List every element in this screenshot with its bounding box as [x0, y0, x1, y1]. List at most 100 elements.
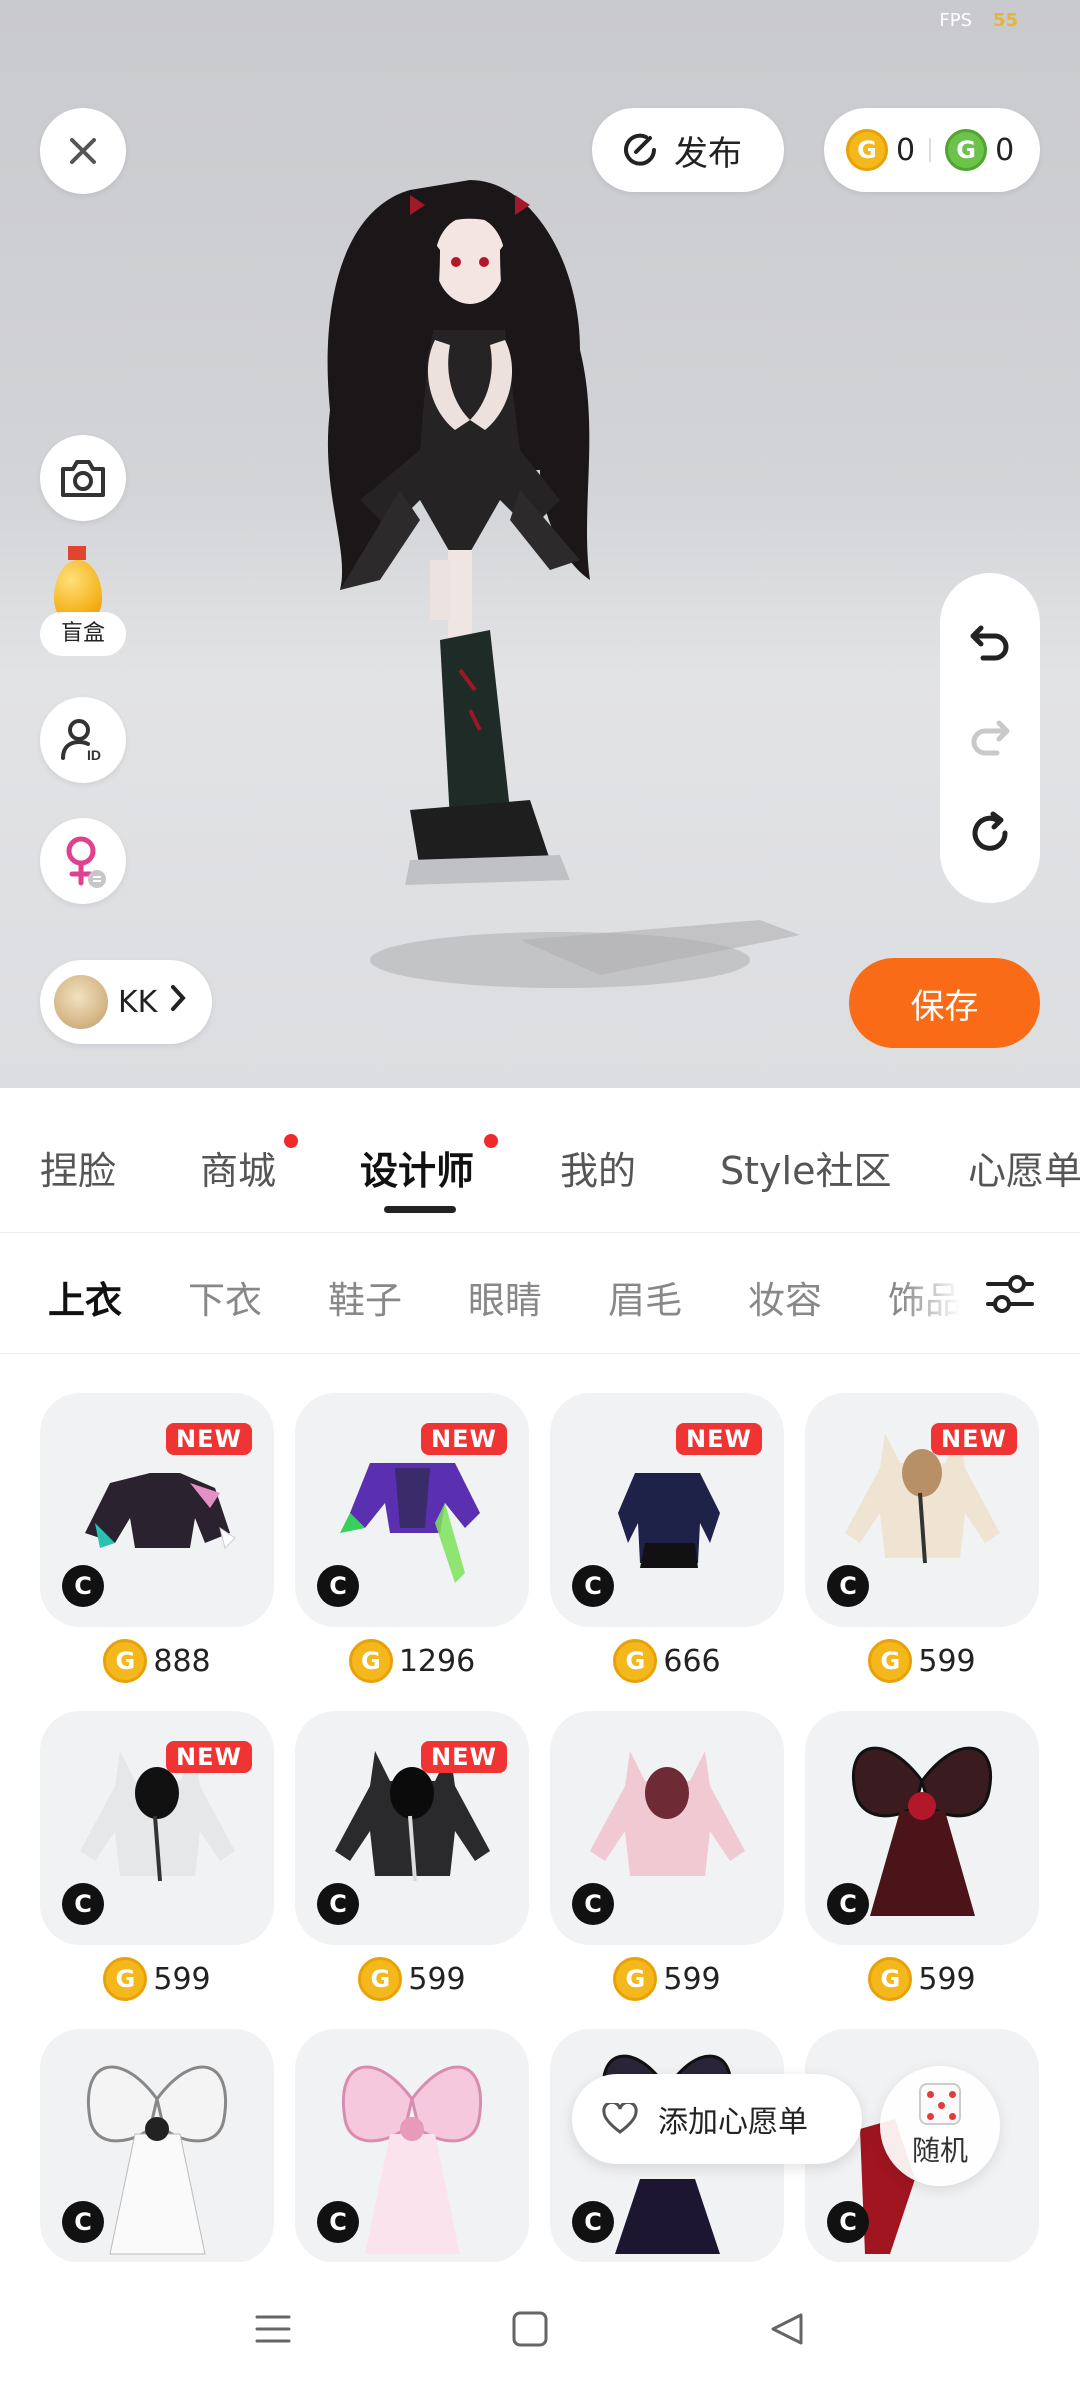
currency-divider: [929, 138, 932, 162]
creator-badge: C: [827, 1883, 869, 1925]
item-thumbnail[interactable]: C: [805, 1711, 1039, 1945]
new-badge: NEW: [166, 1423, 252, 1455]
category-tab-bar: 上衣 下衣 鞋子 眼睛 眉毛 妆容 饰品: [0, 1234, 1080, 1354]
back-button[interactable]: [762, 2304, 812, 2354]
item-thumbnail[interactable]: C: [295, 2029, 529, 2263]
active-tab-indicator: [384, 1206, 456, 1213]
save-button[interactable]: 保存: [849, 958, 1040, 1048]
menu-button[interactable]: [248, 2304, 298, 2354]
blindbox-flag-icon: [68, 546, 86, 560]
gender-switch-button[interactable]: [40, 818, 126, 904]
avatar-figure[interactable]: [280, 170, 660, 1050]
creator-badge: C: [317, 1883, 359, 1925]
tab-designer[interactable]: 设计师: [360, 1140, 474, 1195]
item-price: G 599: [550, 1957, 784, 2001]
user-profile-button[interactable]: KK: [40, 960, 212, 1044]
wishlist-label: 添加心愿单: [658, 2105, 808, 2140]
category-makeup[interactable]: 妆容: [748, 1270, 822, 1324]
creator-badge: C: [317, 1565, 359, 1607]
system-nav-bar: [0, 2262, 1080, 2400]
tab-face[interactable]: 捏脸: [40, 1140, 116, 1195]
new-badge: NEW: [421, 1741, 507, 1773]
gold-coin-icon: G: [103, 1957, 148, 2001]
redo-button[interactable]: [965, 713, 1015, 763]
publish-button[interactable]: 发布: [592, 108, 784, 192]
blindbox-button[interactable]: 盲盒: [40, 546, 126, 660]
price-value: 666: [663, 1643, 721, 1679]
main-tab-bar: 捏脸 商城 设计师 我的 Style社区 心愿单: [0, 1088, 1080, 1233]
currency-balance[interactable]: G 0 G 0: [824, 108, 1040, 192]
tab-mine[interactable]: 我的: [560, 1140, 636, 1195]
chevron-right-icon: [169, 983, 187, 1021]
gold-coin-icon: G: [868, 1957, 913, 2001]
creator-badge: C: [827, 1565, 869, 1607]
new-badge: NEW: [676, 1423, 762, 1455]
item-price: G 1296: [295, 1639, 529, 1683]
svg-text:ID: ID: [87, 747, 101, 763]
tab-wishlist[interactable]: 心愿单: [968, 1140, 1080, 1195]
user-id-icon: ID: [61, 719, 101, 763]
reset-button[interactable]: [965, 808, 1015, 858]
undo-button[interactable]: [965, 618, 1015, 668]
gold-coin-icon: G: [868, 1639, 913, 1683]
category-eyes[interactable]: 眼睛: [468, 1270, 542, 1324]
green-coin-icon: G: [945, 129, 988, 171]
item-price: G 666: [550, 1639, 784, 1683]
gold-coin-icon: G: [358, 1957, 403, 2001]
creator-badge: C: [62, 2201, 104, 2243]
user-name: KK: [118, 984, 158, 1020]
item-thumbnail[interactable]: NEW C: [295, 1711, 529, 1945]
gold-coin-icon: G: [846, 129, 888, 171]
gold-coin-icon: G: [613, 1639, 658, 1683]
creator-badge: C: [572, 2201, 614, 2243]
item-price: G 888: [40, 1639, 274, 1683]
filter-button[interactable]: [980, 1264, 1040, 1324]
item-thumbnail[interactable]: C: [550, 1711, 784, 1945]
creator-badge: C: [317, 2201, 359, 2243]
price-value: 888: [153, 1643, 211, 1679]
redo-icon: [971, 720, 1010, 756]
home-square-icon: [512, 2311, 548, 2347]
price-value: 599: [663, 1961, 721, 1997]
item-thumbnail[interactable]: NEW C: [40, 1393, 274, 1627]
creator-badge: C: [572, 1565, 614, 1607]
item-price: G 599: [40, 1957, 274, 2001]
category-bottoms[interactable]: 下衣: [188, 1270, 262, 1324]
gold-balance: 0: [896, 132, 916, 168]
category-eyebrows[interactable]: 眉毛: [608, 1270, 682, 1324]
home-button[interactable]: [505, 2304, 555, 2354]
close-icon: [70, 138, 96, 164]
gold-coin-icon: G: [613, 1957, 658, 2001]
price-value: 599: [918, 1961, 976, 1997]
green-balance: 0: [995, 132, 1015, 168]
menu-icon: [255, 2315, 291, 2343]
price-value: 599: [153, 1961, 211, 1997]
avatar: [54, 975, 108, 1029]
tab-style-community[interactable]: Style社区: [720, 1140, 891, 1195]
new-badge: NEW: [421, 1423, 507, 1455]
new-badge: NEW: [166, 1741, 252, 1773]
category-fade: [900, 1234, 960, 1353]
creator-badge: C: [572, 1883, 614, 1925]
random-button[interactable]: 随机: [880, 2066, 1000, 2186]
camera-button[interactable]: [40, 435, 126, 521]
item-thumbnail[interactable]: NEW C: [295, 1393, 529, 1627]
publish-label: 发布: [674, 133, 742, 174]
store-notification-dot: [284, 1134, 298, 1148]
category-shoes[interactable]: 鞋子: [328, 1270, 402, 1324]
reset-icon: [972, 811, 1008, 852]
undo-icon: [970, 625, 1009, 661]
gold-coin-icon: G: [348, 1639, 393, 1683]
item-thumbnail[interactable]: NEW C: [805, 1393, 1039, 1627]
close-button[interactable]: [40, 108, 126, 194]
item-thumbnail[interactable]: C: [40, 2029, 274, 2263]
item-thumbnail[interactable]: NEW C: [40, 1711, 274, 1945]
add-to-wishlist-button[interactable]: 添加心愿单: [572, 2074, 862, 2164]
gold-coin-icon: G: [103, 1639, 148, 1683]
category-tops[interactable]: 上衣: [48, 1270, 122, 1324]
item-thumbnail[interactable]: NEW C: [550, 1393, 784, 1627]
avatar-id-button[interactable]: ID: [40, 697, 126, 783]
creator-badge: C: [62, 1565, 104, 1607]
tab-store[interactable]: 商城: [200, 1140, 276, 1195]
avatar-viewport[interactable]: FPS 55 发布 G 0 G 0 盲盒 ID KK 保存: [0, 0, 1080, 1088]
